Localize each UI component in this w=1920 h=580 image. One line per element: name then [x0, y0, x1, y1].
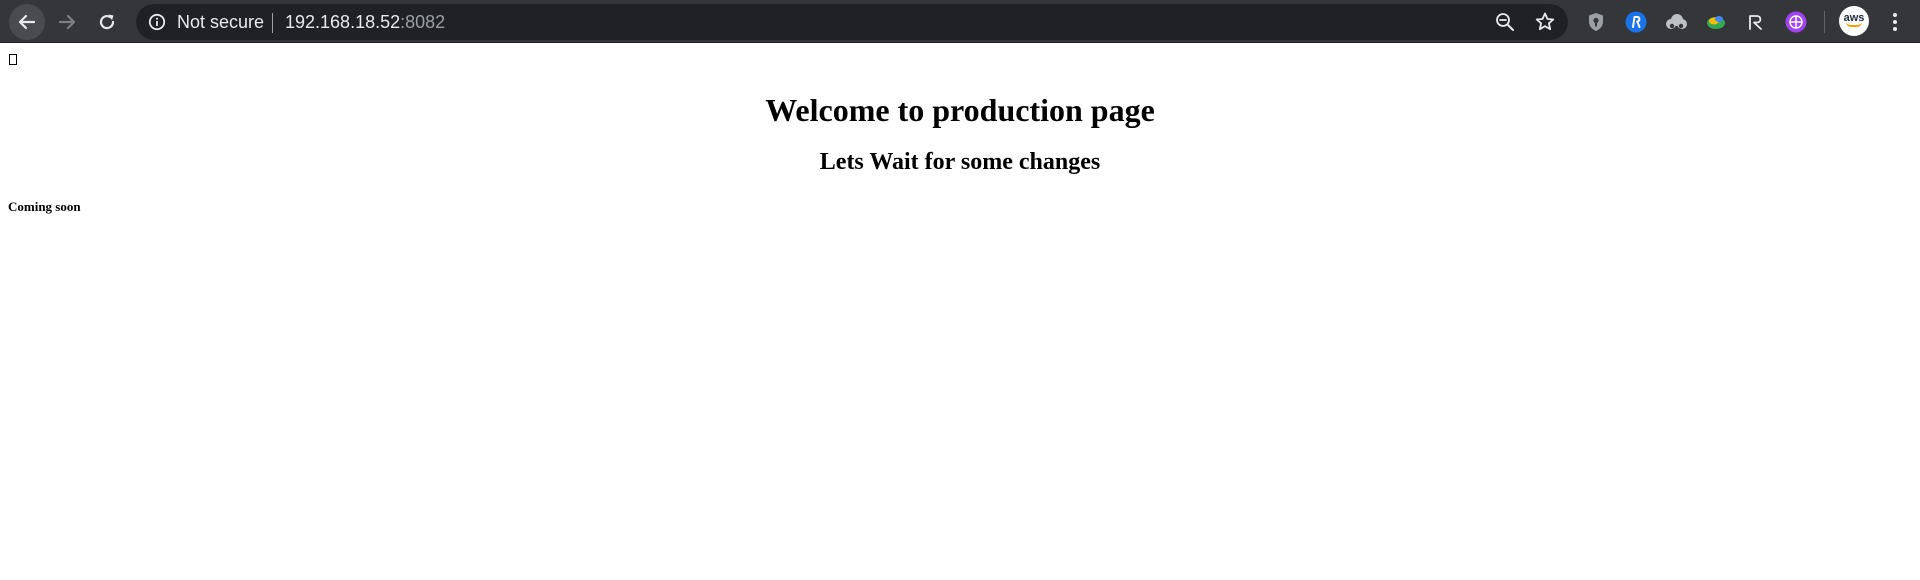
profile-avatar[interactable]: aws: [1839, 6, 1869, 36]
r-letter-icon[interactable]: [1743, 9, 1769, 35]
reload-button[interactable]: [89, 4, 125, 40]
arrow-left-icon: [18, 14, 36, 30]
purple-globe-icon[interactable]: [1783, 9, 1809, 35]
omnibox-divider: [272, 13, 273, 33]
coming-soon-note: Coming soon: [8, 199, 81, 214]
toolbar-divider: [1824, 11, 1825, 33]
bitwarden-shield-icon[interactable]: [1583, 9, 1609, 35]
page-content: Welcome to production page Lets Wait for…: [0, 44, 1920, 580]
security-status-label[interactable]: Not secure: [177, 4, 264, 40]
url-port: :8082: [400, 12, 446, 32]
url-host: 192.168.18.52: [285, 12, 401, 32]
star-icon[interactable]: [1534, 11, 1556, 33]
green-swirl-icon[interactable]: [1703, 9, 1729, 35]
page-heading: Welcome to production page: [765, 92, 1155, 128]
address-bar[interactable]: Not secure 192.168.18.52:8082: [136, 4, 1568, 40]
back-button[interactable]: [9, 4, 45, 40]
cloud-icon[interactable]: [1663, 9, 1689, 35]
missing-glyph-icon: [9, 54, 17, 65]
browser-toolbar: Not secure 192.168.18.52:8082 aws: [0, 0, 1920, 43]
forward-button[interactable]: [49, 4, 85, 40]
rakuten-r-icon[interactable]: [1623, 9, 1649, 35]
page-subheading: Lets Wait for some changes: [819, 149, 1101, 175]
zoom-icon[interactable]: [1494, 11, 1516, 33]
info-icon[interactable]: [148, 13, 166, 31]
reload-icon: [99, 14, 115, 30]
aws-smile-icon: [1846, 22, 1862, 27]
arrow-right-icon: [58, 14, 76, 30]
more-vertical-icon[interactable]: [1880, 7, 1910, 37]
url-text[interactable]: 192.168.18.52:8082: [285, 4, 445, 40]
